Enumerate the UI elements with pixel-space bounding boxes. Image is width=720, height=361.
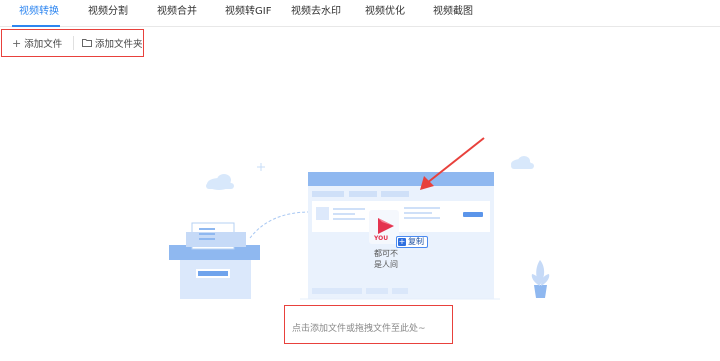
cloud-left-icon [206,174,234,190]
file-name-line-1: 都可不 [374,249,398,258]
file-name-line-2: 是人间 [374,260,398,269]
copy-tooltip: + 复制 [396,236,428,248]
copy-tooltip-label: 复制 [408,237,424,246]
file-app-label: YOU [374,235,389,242]
plus-icon: + [398,237,406,246]
cloud-right-icon [511,156,534,169]
dashed-path [249,211,311,239]
app-window: 视频转换 视频分割 视频合并 视频转GIF 视频去水印 视频优化 视频截图 + … [0,0,720,361]
sparkle-icon [257,163,265,171]
plant-icon [531,260,550,298]
file-box-icon [169,222,260,299]
dragged-file-name: 都可不 是人间 [363,248,409,270]
drop-hint-text[interactable]: 点击添加文件或拖拽文件至此处~ [292,321,426,334]
